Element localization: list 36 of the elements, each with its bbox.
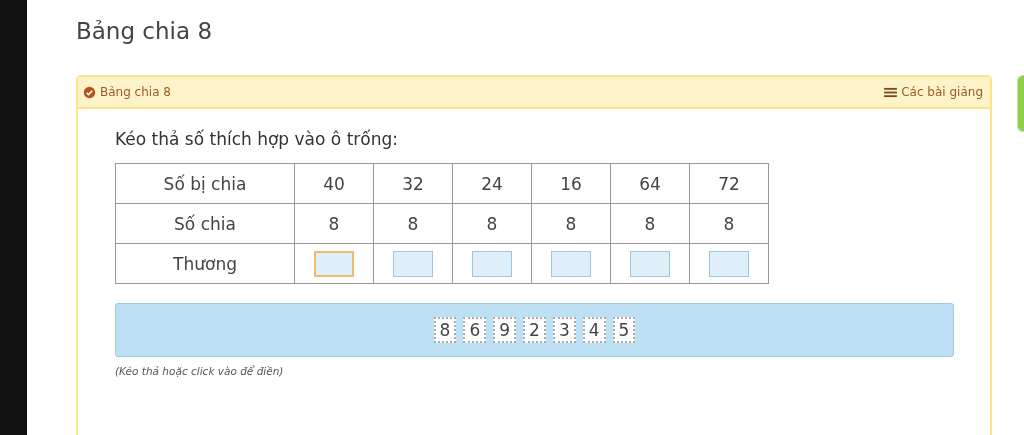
- table-cell: 32: [373, 163, 453, 204]
- drop-box[interactable]: [709, 250, 749, 277]
- table-cell: 72: [689, 163, 769, 204]
- table-cell: Thương: [115, 243, 295, 284]
- number-tile[interactable]: 2: [523, 317, 546, 343]
- side-tab[interactable]: [1017, 75, 1024, 132]
- table-cell: 40: [294, 163, 374, 204]
- table-cell: 24: [452, 163, 532, 204]
- table-cell: 8: [531, 203, 611, 244]
- number-tile[interactable]: 3: [552, 317, 576, 343]
- hint-text: (Kéo thả hoặc click vào để điền): [115, 365, 285, 377]
- drop-box[interactable]: [393, 250, 433, 277]
- table-cell: Số chia: [115, 203, 295, 244]
- number-tile[interactable]: 4: [582, 317, 606, 343]
- drop-box[interactable]: [551, 250, 591, 277]
- table-cell: 8: [689, 203, 769, 244]
- table-cell: 8: [294, 203, 374, 244]
- number-tile[interactable]: 6: [463, 317, 487, 343]
- check-circle-icon: [83, 85, 96, 99]
- page-title: Bảng chia 8: [76, 18, 213, 46]
- drop-box[interactable]: [630, 250, 670, 277]
- table-cell: 64: [610, 163, 690, 204]
- instruction-text: Kéo thả số thích hợp vào ô trống:: [115, 129, 399, 149]
- table-cell: 8: [452, 203, 532, 244]
- table-cell: Số bị chia: [115, 163, 295, 204]
- number-tile[interactable]: 9: [493, 317, 517, 343]
- table-cell: 8: [373, 203, 453, 244]
- panel-title: Bảng chia 8: [100, 85, 171, 99]
- number-tile[interactable]: 8: [433, 317, 457, 343]
- lessons-link[interactable]: Các bài giảng: [884, 85, 983, 99]
- table-cell: 16: [531, 163, 611, 204]
- number-tile[interactable]: 5: [612, 317, 636, 343]
- drop-box[interactable]: [472, 250, 512, 277]
- menu-icon: [884, 86, 898, 98]
- drop-box[interactable]: [314, 250, 354, 277]
- table-cell: 8: [610, 203, 690, 244]
